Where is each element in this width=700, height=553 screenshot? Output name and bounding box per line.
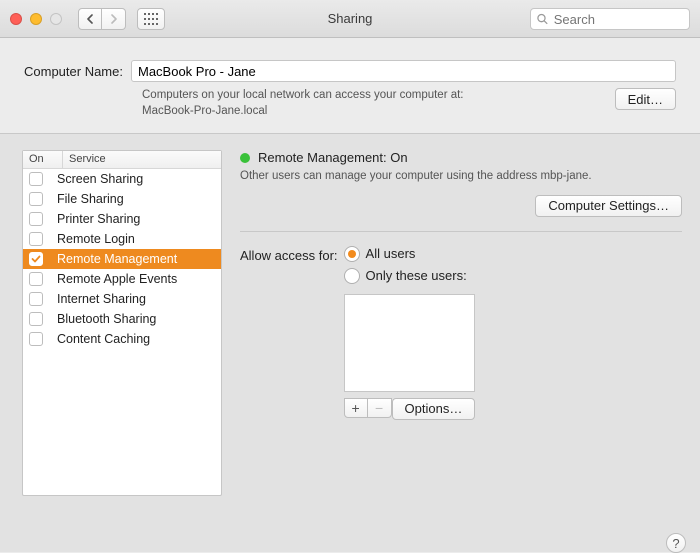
service-detail: Remote Management: On Other users can ma… <box>240 150 682 496</box>
search-input[interactable] <box>552 11 683 28</box>
services-table: On Service Screen Sharing File Sharing Pri… <box>22 150 222 496</box>
service-label: Content Caching <box>57 332 150 346</box>
service-label: Remote Apple Events <box>57 272 177 286</box>
main-pane: On Service Screen Sharing File Sharing Pri… <box>0 134 700 522</box>
services-list[interactable]: Screen Sharing File Sharing Printer Sharin… <box>23 169 221 495</box>
service-checkbox[interactable] <box>29 192 43 206</box>
computer-name-subtext: Computers on your local network can acce… <box>142 88 464 119</box>
service-label: Printer Sharing <box>57 212 140 226</box>
divider <box>240 231 682 232</box>
service-row[interactable]: Remote Login <box>23 229 221 249</box>
access-label: Allow access for: <box>240 246 338 420</box>
service-row[interactable]: File Sharing <box>23 189 221 209</box>
service-checkbox[interactable] <box>29 172 43 186</box>
service-checkbox[interactable] <box>29 292 43 306</box>
nav-buttons <box>78 8 165 30</box>
service-label: Screen Sharing <box>57 172 143 186</box>
service-row[interactable]: Screen Sharing <box>23 169 221 189</box>
service-checkbox[interactable] <box>29 312 43 326</box>
status-title: Remote Management: On <box>258 150 408 165</box>
service-row[interactable]: Bluetooth Sharing <box>23 309 221 329</box>
status-description: Other users can manage your computer usi… <box>240 169 682 185</box>
service-row[interactable]: Content Caching <box>23 329 221 349</box>
service-row[interactable]: Remote Management <box>23 249 221 269</box>
grid-icon <box>144 13 158 25</box>
users-list[interactable] <box>344 294 476 392</box>
radio-only-these-users[interactable] <box>344 268 360 284</box>
subtext-line1: Computers on your local network can acce… <box>142 89 464 101</box>
help-button[interactable]: ? <box>666 533 686 553</box>
column-service[interactable]: Service <box>63 151 221 168</box>
status-indicator-icon <box>240 153 250 163</box>
chevron-left-icon <box>86 14 94 24</box>
service-checkbox[interactable] <box>29 232 43 246</box>
titlebar: Sharing <box>0 0 700 38</box>
options-button[interactable]: Options… <box>392 398 476 420</box>
service-label: Remote Login <box>57 232 135 246</box>
services-header: On Service <box>23 151 221 169</box>
close-window-button[interactable] <box>10 13 22 25</box>
zoom-window-button[interactable] <box>50 13 62 25</box>
service-label: Internet Sharing <box>57 292 146 306</box>
column-on[interactable]: On <box>23 151 63 168</box>
service-row[interactable]: Printer Sharing <box>23 209 221 229</box>
minimize-window-button[interactable] <box>30 13 42 25</box>
remove-user-button[interactable]: − <box>368 398 392 418</box>
subtext-line2: MacBook-Pro-Jane.local <box>142 105 267 117</box>
add-user-button[interactable]: + <box>344 398 368 418</box>
service-label: Remote Management <box>57 252 177 266</box>
service-row[interactable]: Internet Sharing <box>23 289 221 309</box>
radio-all-users-label: All users <box>366 246 416 261</box>
service-checkbox[interactable] <box>29 212 43 226</box>
service-label: Bluetooth Sharing <box>57 312 156 326</box>
radio-only-these-users-label: Only these users: <box>366 268 467 283</box>
search-icon <box>537 13 548 25</box>
forward-button[interactable] <box>102 8 126 30</box>
window-controls <box>10 13 62 25</box>
service-checkbox[interactable] <box>29 252 43 266</box>
service-checkbox[interactable] <box>29 332 43 346</box>
computer-name-section: Computer Name: Computers on your local n… <box>0 38 700 134</box>
service-label: File Sharing <box>57 192 124 206</box>
chevron-right-icon <box>110 14 118 24</box>
edit-button[interactable]: Edit… <box>615 88 676 110</box>
search-field[interactable] <box>530 8 690 30</box>
computer-settings-button[interactable]: Computer Settings… <box>535 195 682 217</box>
service-checkbox[interactable] <box>29 272 43 286</box>
computer-name-input[interactable] <box>131 60 676 82</box>
show-all-button[interactable] <box>137 8 165 30</box>
service-row[interactable]: Remote Apple Events <box>23 269 221 289</box>
radio-all-users[interactable] <box>344 246 360 262</box>
back-button[interactable] <box>78 8 102 30</box>
computer-name-label: Computer Name: <box>24 64 123 79</box>
